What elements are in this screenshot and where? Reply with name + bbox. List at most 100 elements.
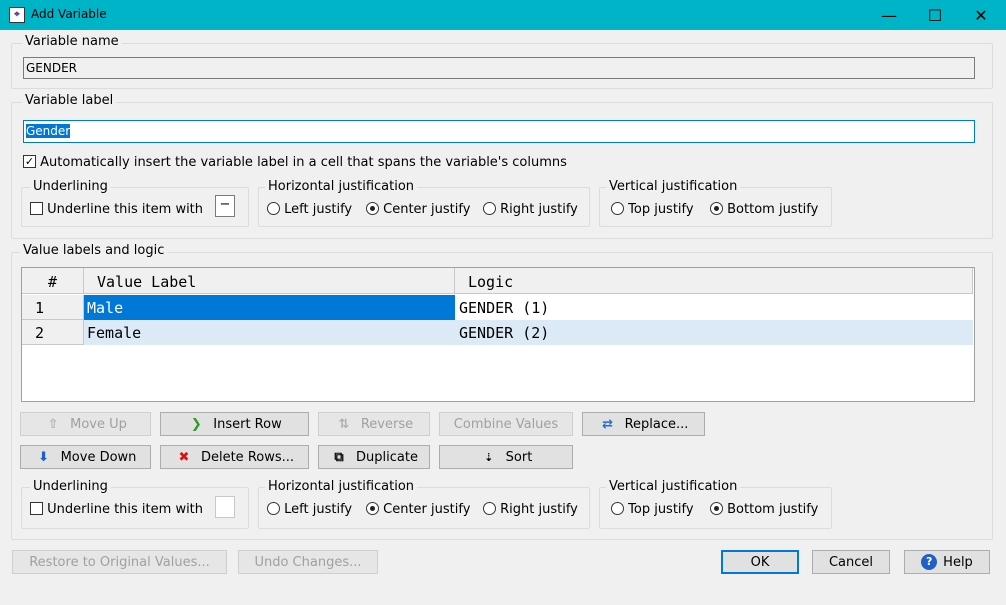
top-justify-label: Top justify	[628, 202, 694, 217]
vertical-justification-legend: Vertical justification	[606, 179, 741, 194]
underlining-legend: Underlining	[30, 179, 111, 194]
underline-option[interactable]: Underline this item with	[30, 202, 203, 217]
left-justify-label: Left justify	[284, 202, 353, 217]
value-center-justify-option[interactable]: Center justify	[366, 502, 470, 517]
move-up-label: Move Up	[70, 416, 127, 432]
value-right-justify-label: Right justify	[500, 502, 578, 517]
combine-values-button[interactable]: Combine Values	[439, 412, 573, 436]
bottom-justify-radio[interactable]	[710, 202, 723, 215]
value-horizontal-justification-legend: Horizontal justification	[265, 479, 418, 494]
green-arrow-icon: ❯	[190, 416, 202, 432]
move-up-button[interactable]: ⇧ Move Up	[20, 412, 151, 436]
logic-cell[interactable]: GENDER (2)	[455, 320, 973, 345]
undo-changes-button[interactable]: Undo Changes...	[238, 550, 378, 574]
value-bottom-justify-label: Bottom justify	[727, 502, 819, 517]
auto-insert-option[interactable]: ✓ Automatically insert the variable labe…	[23, 155, 567, 170]
variable-label-input[interactable]: Gender	[23, 120, 975, 143]
value-top-justify-option[interactable]: Top justify	[611, 502, 694, 517]
duplicate-icon: ⧉	[334, 449, 344, 465]
delete-rows-label: Delete Rows...	[200, 449, 295, 465]
value-left-justify-radio[interactable]	[267, 502, 280, 515]
left-justify-radio[interactable]	[267, 202, 280, 215]
value-label-cell[interactable]: Male	[84, 295, 455, 320]
value-underline-label: Underline this item with	[47, 502, 204, 517]
table-row[interactable]: 1 Male GENDER (1)	[22, 295, 973, 320]
column-header-value-label[interactable]: Value Label	[84, 268, 455, 294]
title-bar: ⌖ Add Variable — ☐ ✕	[0, 0, 1006, 30]
value-right-justify-radio[interactable]	[483, 502, 496, 515]
value-center-justify-radio[interactable]	[366, 502, 379, 515]
move-down-button[interactable]: ⬇ Move Down	[20, 445, 151, 469]
value-label-cell[interactable]: Female	[84, 320, 455, 345]
logic-cell[interactable]: GENDER (1)	[455, 295, 973, 320]
right-justify-radio[interactable]	[483, 202, 496, 215]
combine-values-label: Combine Values	[453, 416, 559, 432]
top-justify-option[interactable]: Top justify	[611, 202, 694, 217]
bottom-justify-label: Bottom justify	[727, 202, 819, 217]
row-number: 1	[22, 295, 84, 320]
sort-button[interactable]: ⇣ Sort	[439, 445, 573, 469]
top-justify-radio[interactable]	[611, 202, 624, 215]
value-underline-char-box[interactable]	[215, 496, 235, 518]
center-justify-radio[interactable]	[366, 202, 379, 215]
arrow-down-icon: ⬇	[38, 449, 50, 465]
right-justify-label: Right justify	[500, 202, 578, 217]
delete-x-icon: ✖	[178, 449, 190, 465]
replace-icon: ⇄	[602, 416, 614, 432]
insert-row-button[interactable]: ❯ Insert Row	[160, 412, 309, 436]
duplicate-button[interactable]: ⧉ Duplicate	[318, 445, 430, 469]
value-underline-checkbox[interactable]	[30, 502, 43, 515]
reverse-icon: ⇅	[338, 416, 350, 432]
insert-row-label: Insert Row	[213, 416, 282, 432]
value-bottom-justify-option[interactable]: Bottom justify	[710, 502, 818, 517]
help-label: Help	[943, 554, 973, 570]
value-labels-grid[interactable]: # Value Label Logic 1 Male GENDER (1) 2 …	[21, 267, 975, 402]
value-left-justify-label: Left justify	[284, 502, 353, 517]
variable-name-value: GENDER	[26, 61, 78, 75]
ok-button[interactable]: OK	[721, 550, 799, 574]
value-labels-legend: Value labels and logic	[20, 243, 168, 258]
replace-button[interactable]: ⇄ Replace...	[582, 412, 705, 436]
close-button[interactable]: ✕	[958, 0, 1004, 30]
delete-rows-button[interactable]: ✖ Delete Rows...	[160, 445, 309, 469]
variable-label-legend: Variable label	[22, 93, 117, 108]
auto-insert-checkbox[interactable]: ✓	[23, 155, 36, 168]
bottom-justify-option[interactable]: Bottom justify	[710, 202, 818, 217]
right-justify-option[interactable]: Right justify	[483, 202, 578, 217]
reverse-label: Reverse	[360, 416, 414, 432]
help-icon: ?	[921, 554, 938, 570]
minimize-button[interactable]: —	[866, 0, 912, 30]
restore-original-button[interactable]: Restore to Original Values...	[12, 550, 227, 574]
window-title: Add Variable	[31, 7, 107, 21]
value-top-justify-radio[interactable]	[611, 502, 624, 515]
move-down-label: Move Down	[60, 449, 137, 465]
reverse-button[interactable]: ⇅ Reverse	[318, 412, 430, 436]
underline-char-box[interactable]: −	[215, 195, 235, 217]
variable-name-legend: Variable name	[22, 34, 122, 49]
app-icon: ⌖	[9, 7, 25, 23]
value-bottom-justify-radio[interactable]	[710, 502, 723, 515]
value-left-justify-option[interactable]: Left justify	[267, 502, 352, 517]
value-right-justify-option[interactable]: Right justify	[483, 502, 578, 517]
column-header-logic[interactable]: Logic	[455, 268, 973, 294]
cancel-button[interactable]: Cancel	[812, 550, 890, 574]
value-underline-option[interactable]: Underline this item with	[30, 502, 203, 517]
underline-label: Underline this item with	[47, 202, 204, 217]
variable-label-value: Gender	[26, 124, 71, 138]
underline-checkbox[interactable]	[30, 202, 43, 215]
replace-label: Replace...	[624, 416, 689, 432]
table-row[interactable]: 2 Female GENDER (2)	[22, 320, 973, 345]
left-justify-option[interactable]: Left justify	[267, 202, 352, 217]
duplicate-label: Duplicate	[356, 449, 418, 465]
row-number: 2	[22, 320, 84, 345]
variable-name-field[interactable]: GENDER	[23, 57, 975, 79]
center-justify-label: Center justify	[383, 202, 471, 217]
value-vertical-justification-legend: Vertical justification	[606, 479, 741, 494]
grid-header: # Value Label Logic	[22, 268, 973, 294]
center-justify-option[interactable]: Center justify	[366, 202, 470, 217]
column-header-number[interactable]: #	[22, 268, 84, 294]
auto-insert-label: Automatically insert the variable label …	[40, 155, 567, 170]
maximize-button[interactable]: ☐	[912, 0, 958, 30]
help-button[interactable]: ? Help	[904, 550, 990, 574]
sort-icon: ⇣	[484, 450, 494, 464]
